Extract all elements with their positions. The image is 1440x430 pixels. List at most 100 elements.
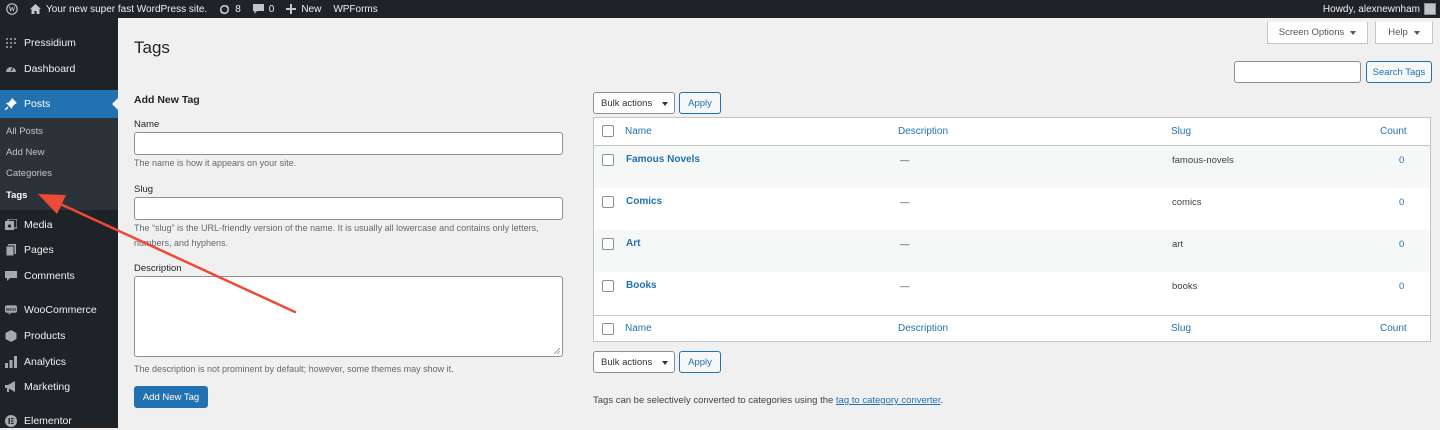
avatar [1424,3,1436,15]
column-header-name[interactable]: Name [625,126,652,137]
wpforms-link[interactable]: WPForms [327,0,383,18]
tag-slug: art [1172,239,1184,250]
submenu-item-all-posts[interactable]: All Posts [6,126,43,137]
tag-name-link[interactable]: Art [626,238,640,249]
tag-count-link[interactable]: 0 [1399,239,1404,250]
chevron-down-icon [662,361,668,365]
search-tags-button[interactable]: Search Tags [1366,61,1432,83]
comment-bubble-icon [252,4,264,14]
tag-name-link[interactable]: Books [626,280,657,291]
column-footer-description[interactable]: Description [898,323,948,334]
sidebar-item-media[interactable]: Media [0,216,118,234]
analytics-icon [5,356,17,368]
sidebar-item-label: WooCommerce [24,304,97,316]
pages-icon [5,244,17,256]
current-indicator [112,98,118,110]
screen-options-label: Screen Options [1278,27,1345,38]
sidebar-item-marketing[interactable]: Marketing [0,378,118,396]
tags-table: Name Description Slug Count Famous Novel… [593,117,1431,342]
table-row: Comics — comics 0 [594,188,1430,230]
row-checkbox[interactable] [602,154,614,166]
resize-handle-icon[interactable] [554,348,560,354]
bulk-actions-select-top[interactable]: Bulk actions [593,92,675,114]
apply-button-bottom[interactable]: Apply [679,351,721,373]
row-checkbox[interactable] [602,238,614,250]
submenu-item-add-new[interactable]: Add New [6,147,45,158]
name-input[interactable] [134,132,563,155]
column-footer-name[interactable]: Name [625,323,652,334]
chevron-down-icon [662,102,668,106]
tag-name-link[interactable]: Famous Novels [626,154,700,165]
form-heading: Add New Tag [134,94,200,106]
add-new-tag-button[interactable]: Add New Tag [134,386,208,408]
sidebar-item-posts[interactable]: Posts [0,90,118,118]
help-button[interactable]: Help [1375,22,1433,44]
column-header-description[interactable]: Description [898,126,948,137]
caret-down-icon [1350,30,1357,35]
tag-to-category-converter-link[interactable]: tag to category converter [836,395,941,406]
slug-input[interactable] [134,197,563,220]
tag-count-link[interactable]: 0 [1399,197,1404,208]
updates-link[interactable]: 8 [213,0,247,18]
column-footer-count[interactable]: Count [1380,323,1407,334]
description-textarea[interactable] [134,276,563,357]
table-row: Art — art 0 [594,230,1430,272]
tag-description: — [900,239,910,250]
caret-down-icon [1413,30,1420,35]
screen-options-button[interactable]: Screen Options [1267,22,1368,44]
sidebar-item-pages[interactable]: Pages [0,241,118,259]
sidebar-item-woocommerce[interactable]: WOO WooCommerce [0,301,118,319]
new-label: New [301,3,322,15]
table-row: Books — books 0 [594,272,1430,314]
sidebar-item-label: Elementor [24,415,72,427]
sidebar-item-analytics[interactable]: Analytics [0,353,118,371]
submenu-item-tags[interactable]: Tags [6,190,27,201]
tag-count-link[interactable]: 0 [1399,281,1404,292]
name-help-text: The name is how it appears on your site. [134,158,297,168]
woocommerce-icon: WOO [5,304,17,316]
site-name-link[interactable]: Your new super fast WordPress site. [24,0,213,18]
sidebar-item-comments[interactable]: Comments [0,267,118,285]
apply-button-top[interactable]: Apply [679,92,721,114]
new-content-link[interactable]: New [280,0,327,18]
howdy-text: Howdy, alexnewnham [1322,3,1420,15]
sidebar-item-label: Dashboard [24,63,76,75]
megaphone-icon [5,381,17,393]
tag-description: — [900,155,910,166]
sidebar-item-elementor[interactable]: Elementor [0,412,118,430]
updates-icon [219,4,230,15]
converter-footnote: Tags can be selectively converted to cat… [593,395,943,406]
select-all-checkbox-footer[interactable] [602,323,614,335]
search-input[interactable] [1234,61,1361,83]
select-all-checkbox[interactable] [602,125,614,137]
pin-icon [5,98,17,110]
column-footer-slug[interactable]: Slug [1171,323,1191,334]
tag-slug: famous-novels [1172,155,1234,166]
bulk-actions-label: Bulk actions [601,356,653,368]
my-account-link[interactable]: Howdy, alexnewnham [1317,0,1440,18]
tag-slug: comics [1172,197,1202,208]
tag-count-link[interactable]: 0 [1399,155,1404,166]
svg-text:W: W [9,6,16,14]
column-header-slug[interactable]: Slug [1171,126,1191,137]
submenu-item-categories[interactable]: Categories [6,168,52,179]
sidebar-item-pressidium[interactable]: Pressidium [0,34,118,52]
tag-name-link[interactable]: Comics [626,196,662,207]
comments-link[interactable]: 0 [247,0,281,18]
table-row: Famous Novels — famous-novels 0 [594,146,1430,188]
slug-help-text: The “slug” is the URL-friendly version o… [134,223,539,248]
sidebar-item-label: Comments [24,270,75,282]
row-checkbox[interactable] [602,196,614,208]
bulk-actions-select-bottom[interactable]: Bulk actions [593,351,675,373]
footnote-suffix: . [940,395,944,406]
wordpress-logo-icon[interactable]: W [0,0,24,18]
comments-icon [5,270,17,282]
column-header-count[interactable]: Count [1380,126,1407,137]
elementor-icon [5,415,17,427]
admin-bar: W Your new super fast WordPress site. 8 … [0,0,1440,18]
sidebar-item-products[interactable]: Products [0,327,118,345]
row-checkbox[interactable] [602,280,614,292]
sidebar-item-dashboard[interactable]: Dashboard [0,60,118,78]
sidebar-item-label: Media [24,219,53,231]
pressidium-icon [5,37,17,49]
